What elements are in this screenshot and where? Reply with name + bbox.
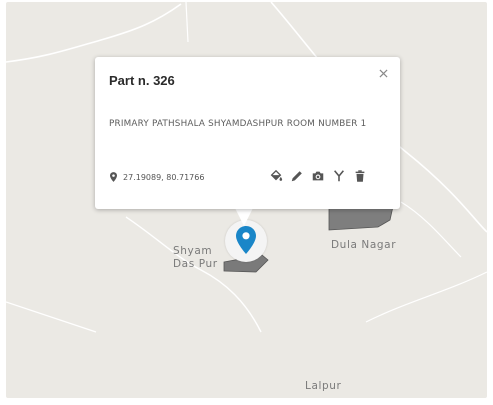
popup-title: Part n. 326 [109, 73, 175, 88]
place-label-line: Shyam [173, 245, 213, 257]
road [6, 301, 97, 333]
popup-actions [268, 168, 373, 184]
camera-icon[interactable] [310, 168, 326, 184]
paint-bucket-icon[interactable] [268, 168, 284, 184]
info-popup: Part n. 326 PRIMARY PATHSHALA SHYAMDASHP… [95, 57, 400, 209]
trash-icon[interactable] [352, 168, 368, 184]
location-marker[interactable] [225, 220, 267, 262]
coordinates-text: 27.19089, 80.71766 [123, 172, 205, 182]
polling-station-description: PRIMARY PATHSHALA SHYAMDASHPUR ROOM NUMB… [109, 119, 367, 129]
map-view[interactable]: Shyam Das Pur Dula Nagar Lalpur Part n. … [6, 2, 487, 398]
close-icon[interactable] [376, 66, 390, 80]
road [185, 2, 189, 43]
place-label-lalpur: Lalpur [305, 380, 342, 392]
map-pin-icon [236, 226, 256, 254]
road [6, 3, 182, 63]
road [365, 271, 487, 323]
pencil-icon[interactable] [289, 168, 305, 184]
road [400, 201, 462, 258]
location-pin-icon [110, 172, 117, 182]
place-label-dula-nagar: Dula Nagar [331, 239, 397, 251]
place-label-shyam-das-pur: Shyam Das Pur [173, 245, 218, 271]
place-label-line: Das Pur [173, 258, 218, 270]
fork-icon[interactable] [331, 168, 347, 184]
popup-tail [234, 206, 254, 226]
coordinates: 27.19089, 80.71766 [110, 171, 204, 183]
